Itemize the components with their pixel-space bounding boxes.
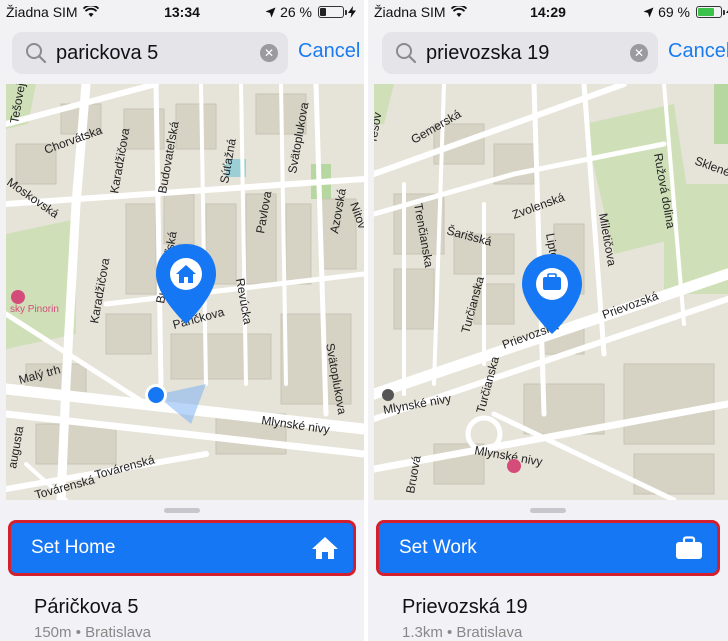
bottom-sheet: Set Work Prievozská 19 1.3km • Bratislav… — [368, 500, 728, 641]
map-view[interactable]: Chorvátska Karadžičova Budovateľská Súťa… — [6, 84, 364, 500]
status-bar: Žiadna SIM 13:34 26 % — [0, 0, 364, 24]
status-right: 26 % — [265, 4, 356, 20]
set-work-button[interactable]: Set Work — [376, 520, 720, 576]
search-input[interactable] — [56, 41, 236, 65]
cancel-button[interactable]: Cancel — [298, 40, 360, 63]
home-icon — [312, 537, 338, 559]
search-field[interactable]: ✕ — [12, 32, 288, 74]
sheet-grabber[interactable] — [530, 508, 566, 513]
battery-percent: 69 % — [658, 4, 690, 20]
set-home-label: Set Home — [31, 537, 116, 558]
search-row: ✕ Cancel — [368, 32, 728, 76]
bottom-sheet: Set Home Páričkova 5 150m • Bratislava — [0, 500, 364, 641]
map-canvas: Gemerská Zvolenská Šarišská Trenčianska … — [374, 84, 728, 500]
clear-icon[interactable]: ✕ — [260, 44, 278, 62]
svg-text:sky Pinorin: sky Pinorin — [10, 304, 59, 315]
search-field[interactable]: ✕ — [382, 32, 658, 74]
status-bar: Žiadna SIM 14:29 69 % — [368, 0, 728, 24]
screen-set-work: Žiadna SIM 14:29 69 % ✕ Cancel — [368, 0, 728, 641]
cancel-button[interactable]: Cancel — [668, 40, 728, 63]
result-subtitle: 150m • Bratislava — [34, 624, 151, 641]
set-home-button[interactable]: Set Home — [8, 520, 356, 576]
map-canvas: Chorvátska Karadžičova Budovateľská Súťa… — [6, 84, 364, 500]
briefcase-icon — [676, 536, 702, 559]
location-arrow-icon — [265, 7, 276, 17]
search-icon — [396, 43, 417, 64]
status-right: 69 % — [643, 4, 728, 20]
result-title[interactable]: Prievozská 19 — [402, 596, 528, 619]
search-row: ✕ Cancel — [0, 32, 364, 76]
screen-set-home: Žiadna SIM 13:34 26 % ✕ Cancel — [0, 0, 364, 641]
result-title[interactable]: Páričkova 5 — [34, 596, 139, 619]
battery-percent: 26 % — [280, 4, 312, 20]
set-work-label: Set Work — [399, 537, 477, 558]
poi-fuel[interactable] — [382, 389, 394, 401]
poi-hotel[interactable] — [507, 459, 521, 473]
sheet-grabber[interactable] — [164, 508, 200, 513]
location-arrow-icon — [643, 7, 654, 17]
battery-icon — [696, 6, 725, 18]
map-view[interactable]: Gemerská Zvolenská Šarišská Trenčianska … — [374, 84, 728, 500]
charging-icon — [348, 6, 356, 18]
battery-icon — [318, 6, 347, 18]
result-subtitle: 1.3km • Bratislava — [402, 624, 523, 641]
search-input[interactable] — [426, 41, 606, 65]
clear-icon[interactable]: ✕ — [630, 44, 648, 62]
search-icon — [26, 43, 47, 64]
